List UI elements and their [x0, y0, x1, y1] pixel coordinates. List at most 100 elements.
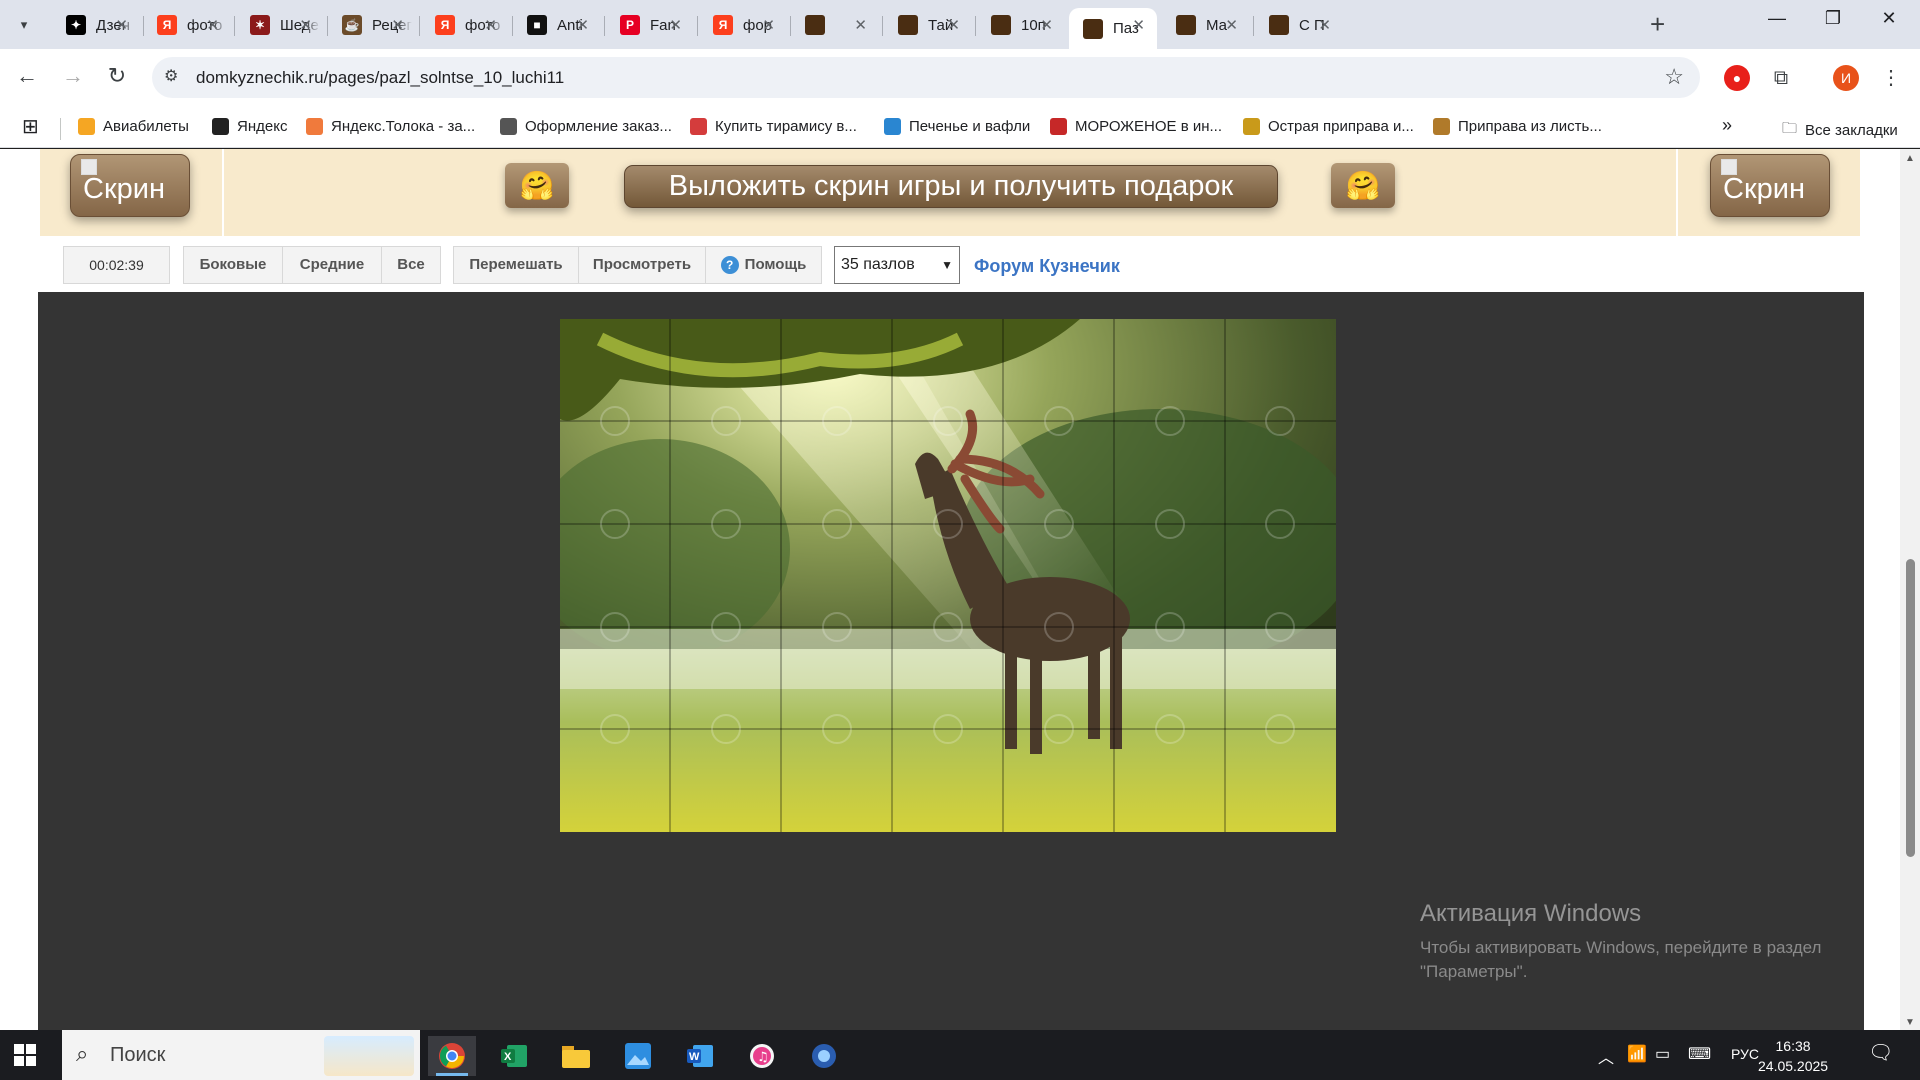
svg-text:♫: ♫	[757, 1050, 769, 1065]
help-button[interactable]: ? Помощь	[705, 246, 822, 284]
tab[interactable]: Яфото ✕	[421, 8, 509, 42]
restore-icon[interactable]: ❐	[1808, 8, 1858, 29]
taskbar-search[interactable]: ⌕ Поиск	[62, 1030, 420, 1080]
keyboard-icon[interactable]: ⌨	[1688, 1044, 1711, 1064]
promo-banner: Скрин 🤗 Выложить скрин игры и получить п…	[40, 149, 1860, 236]
tab-separator	[604, 16, 605, 36]
menu-kebab-icon[interactable]: ⋮	[1878, 65, 1904, 91]
close-tab-icon[interactable]: ✕	[206, 16, 219, 34]
tab[interactable]: ☕Рецепт✕	[328, 8, 416, 42]
minimize-icon[interactable]: —	[1752, 8, 1802, 29]
apps-grid-icon[interactable]: ⊞	[22, 114, 39, 139]
bookmark-item[interactable]: Яндекс.Толока - за...	[306, 118, 475, 135]
close-tab-icon[interactable]: ✕	[576, 16, 589, 34]
tab[interactable]: 10п ✕	[977, 8, 1065, 42]
screenshot-button-left[interactable]: Скрин	[70, 154, 190, 217]
tab[interactable]: ✶Шедевр✕	[236, 8, 324, 42]
bookmark-item[interactable]: Оформление заказ...	[500, 118, 672, 135]
bookmark-item[interactable]: Авиабилеты	[78, 118, 189, 135]
promo-button[interactable]: Выложить скрин игры и получить подарок	[624, 165, 1278, 208]
more-bookmarks-icon[interactable]: »	[1722, 115, 1732, 136]
adblock-extension-icon[interactable]: ●	[1724, 65, 1750, 91]
close-tab-icon[interactable]: ✕	[299, 16, 312, 34]
page-scrollbar[interactable]: ▲ ▼	[1900, 149, 1920, 1030]
tab[interactable]: Яфор ✕	[699, 8, 787, 42]
all-button[interactable]: Все	[381, 246, 441, 284]
close-tab-icon[interactable]: ✕	[854, 16, 867, 34]
tab[interactable]: ✕	[791, 8, 879, 42]
reload-icon[interactable]: ↻	[102, 63, 132, 89]
tab[interactable]: ✦ Дзен ✕	[52, 8, 140, 42]
tab-search-chevron-icon[interactable]: ▾	[10, 12, 38, 38]
close-window-icon[interactable]: ✕	[1864, 8, 1914, 29]
back-icon[interactable]: ←	[12, 63, 42, 89]
system-clock[interactable]: 16:38 24.05.2025	[1758, 1036, 1828, 1076]
language-indicator[interactable]: РУС	[1731, 1046, 1759, 1062]
excel-taskbar-icon[interactable]: X	[490, 1036, 538, 1076]
close-tab-icon[interactable]: ✕	[947, 16, 960, 34]
puzzle-image[interactable]	[560, 319, 1336, 832]
preview-button[interactable]: Просмотреть	[578, 246, 706, 284]
close-tab-icon[interactable]: ✕	[669, 16, 682, 34]
bookmark-star-icon[interactable]: ☆	[1664, 64, 1684, 90]
close-tab-icon[interactable]: ✕	[115, 16, 128, 34]
bookmark-favicon-icon	[690, 118, 707, 135]
bookmark-item[interactable]: Купить тирамису в...	[690, 118, 857, 135]
bookmark-item[interactable]: Печенье и вафли	[884, 118, 1030, 135]
tab[interactable]: Ма ✕	[1162, 8, 1250, 42]
tab[interactable]: Яфото ✕	[143, 8, 231, 42]
word-taskbar-icon[interactable]: W	[676, 1036, 724, 1076]
edges-button[interactable]: Боковые	[183, 246, 283, 284]
address-bar[interactable]: ⚙ domkyznechik.ru/pages/pazl_solntse_10_…	[152, 57, 1700, 98]
screenshot-button-right[interactable]: Скрин	[1710, 154, 1830, 217]
bookmark-favicon-icon	[212, 118, 229, 135]
profile-avatar[interactable]: И	[1833, 65, 1859, 91]
hug-emoji-button[interactable]: 🤗	[1331, 163, 1395, 208]
site-info-icon[interactable]: ⚙	[164, 66, 178, 86]
close-tab-icon[interactable]: ✕	[1040, 16, 1053, 34]
shuffle-button[interactable]: Перемешать	[453, 246, 579, 284]
tab[interactable]: Тай ✕	[884, 8, 972, 42]
bookmark-item[interactable]: Острая приправа и...	[1243, 118, 1414, 135]
close-tab-icon[interactable]: ✕	[762, 16, 775, 34]
domkyznechik-icon	[1176, 15, 1196, 35]
close-tab-icon[interactable]: ✕	[391, 16, 404, 34]
close-tab-icon[interactable]: ✕	[484, 16, 497, 34]
close-tab-icon[interactable]: ✕	[1132, 16, 1145, 34]
tab[interactable]: С П ✕	[1255, 8, 1343, 42]
tab[interactable]: P Fan ✕	[606, 8, 694, 42]
bookmark-label: Яндекс	[237, 118, 288, 135]
forum-link[interactable]: Форум Кузнечик	[974, 256, 1120, 277]
close-tab-icon[interactable]: ✕	[1225, 16, 1238, 34]
windows-start-icon[interactable]	[14, 1044, 36, 1066]
notifications-icon[interactable]: 🗨	[1868, 1040, 1893, 1065]
bookmark-label: МОРОЖЕНОЕ в ин...	[1075, 118, 1223, 135]
app-taskbar-icon[interactable]	[800, 1036, 848, 1076]
close-tab-icon[interactable]: ✕	[1318, 16, 1331, 34]
forward-icon[interactable]: →	[58, 63, 88, 89]
tab[interactable]: Паз ✕	[1069, 8, 1157, 49]
search-placeholder: Поиск	[110, 1044, 166, 1066]
scroll-up-icon[interactable]: ▲	[1905, 153, 1915, 164]
chrome-taskbar-icon[interactable]	[428, 1036, 476, 1076]
middle-button[interactable]: Средние	[282, 246, 382, 284]
pieces-select[interactable]: 35 пазлов ▼	[834, 246, 960, 284]
scroll-down-icon[interactable]: ▼	[1905, 1017, 1915, 1028]
scrollbar-thumb[interactable]	[1906, 559, 1915, 857]
show-hidden-icons-chevron[interactable]: ︿	[1598, 1044, 1614, 1068]
hug-emoji-button[interactable]: 🤗	[505, 163, 569, 208]
bookmark-item[interactable]: МОРОЖЕНОЕ в ин...	[1050, 118, 1222, 135]
new-tab-button[interactable]: +	[1650, 10, 1665, 38]
file-explorer-taskbar-icon[interactable]	[552, 1036, 600, 1076]
photos-taskbar-icon[interactable]	[614, 1036, 662, 1076]
bookmark-favicon-icon	[78, 118, 95, 135]
bookmark-item[interactable]: Приправа из листь...	[1433, 118, 1602, 135]
itunes-taskbar-icon[interactable]: ♫	[738, 1036, 786, 1076]
tab[interactable]: ■ Anti ✕	[513, 8, 601, 42]
url-text[interactable]: domkyznechik.ru/pages/pazl_solntse_10_lu…	[196, 68, 564, 88]
extensions-icon[interactable]: ⧉	[1768, 65, 1794, 91]
battery-icon[interactable]: ▭	[1655, 1044, 1670, 1064]
all-bookmarks-button[interactable]: 🗀 Все закладки	[1782, 118, 1898, 143]
network-icon[interactable]: 📶	[1627, 1044, 1647, 1064]
bookmark-item[interactable]: Яндекс	[212, 118, 287, 135]
